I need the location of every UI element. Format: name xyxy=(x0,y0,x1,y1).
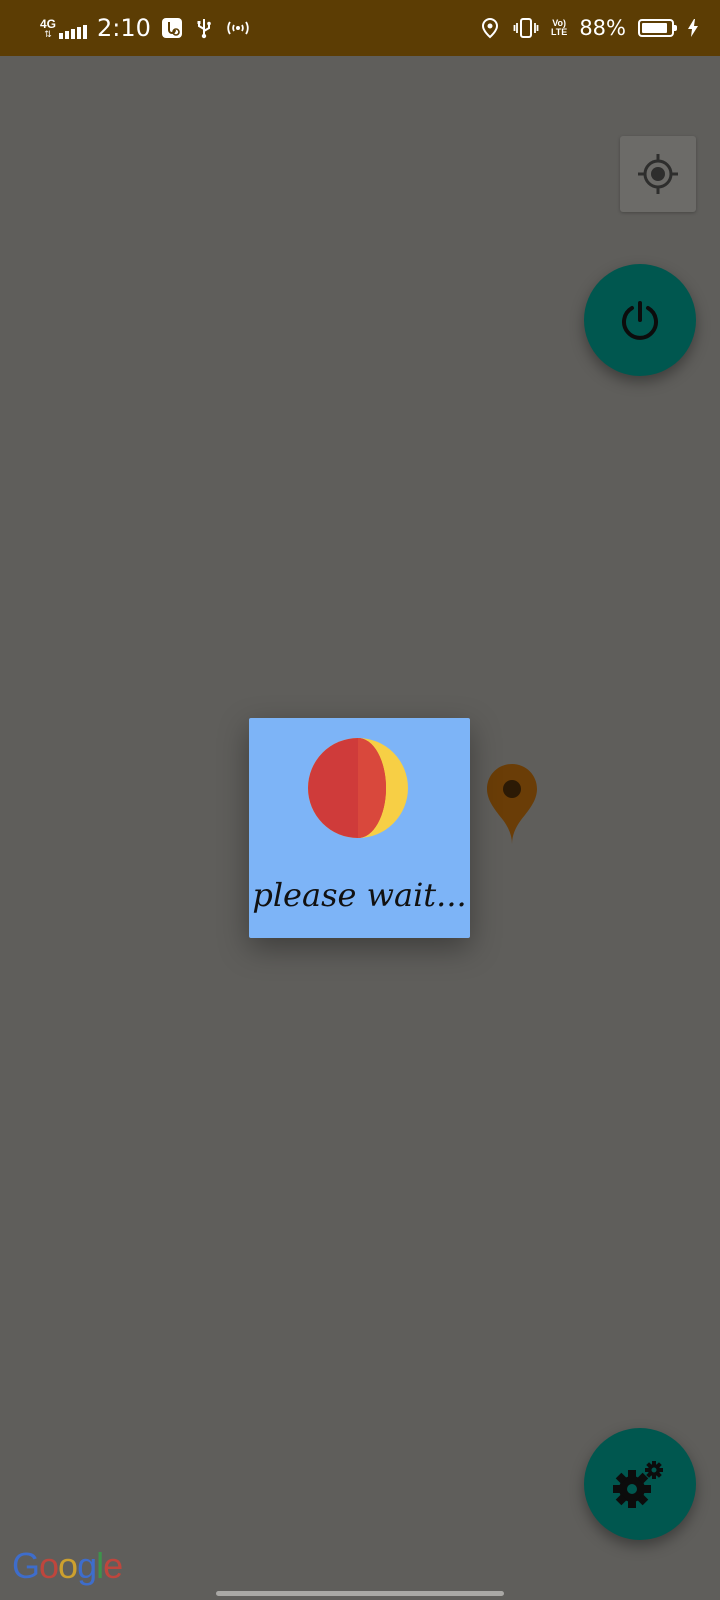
status-bar: 4G ⇅ 2:10 Vo) LTE 88% xyxy=(0,0,720,56)
settings-button[interactable] xyxy=(584,1428,696,1540)
my-location-button[interactable] xyxy=(620,136,696,212)
loading-dialog: please wait... xyxy=(249,718,470,938)
battery-percent: 88% xyxy=(579,16,626,40)
power-button[interactable] xyxy=(584,264,696,376)
map-marker[interactable] xyxy=(484,762,540,848)
google-logo: Google xyxy=(12,1545,123,1586)
power-icon xyxy=(622,301,658,340)
status-bar-left: 4G ⇅ 2:10 xyxy=(40,14,251,42)
usb-debug-icon xyxy=(161,17,183,39)
usb-icon xyxy=(193,17,215,39)
location-icon xyxy=(479,17,501,39)
network-indicator: 4G ⇅ xyxy=(40,16,88,39)
signal-icon xyxy=(59,23,88,39)
charging-icon xyxy=(686,17,700,39)
battery-icon xyxy=(638,19,677,37)
loading-spinner-icon xyxy=(308,738,408,838)
map-pin-icon xyxy=(487,764,537,844)
volte-bottom: LTE xyxy=(550,27,568,37)
network-type: 4G xyxy=(40,16,57,31)
my-location-icon xyxy=(638,154,678,194)
hotspot-icon xyxy=(225,17,251,39)
data-arrows-icon: ⇅ xyxy=(44,28,52,39)
battery-fill xyxy=(642,23,667,33)
settings-gears-icon xyxy=(613,1461,663,1508)
volte-icon: Vo) LTE xyxy=(551,19,567,37)
screen: 4G ⇅ 2:10 Vo) LTE 88% please wait... Goo… xyxy=(0,0,720,1600)
vibrate-icon xyxy=(513,17,539,39)
home-indicator[interactable] xyxy=(216,1591,504,1596)
loading-message: please wait... xyxy=(252,876,467,914)
clock: 2:10 xyxy=(97,14,151,42)
status-bar-right: Vo) LTE 88% xyxy=(479,16,700,40)
